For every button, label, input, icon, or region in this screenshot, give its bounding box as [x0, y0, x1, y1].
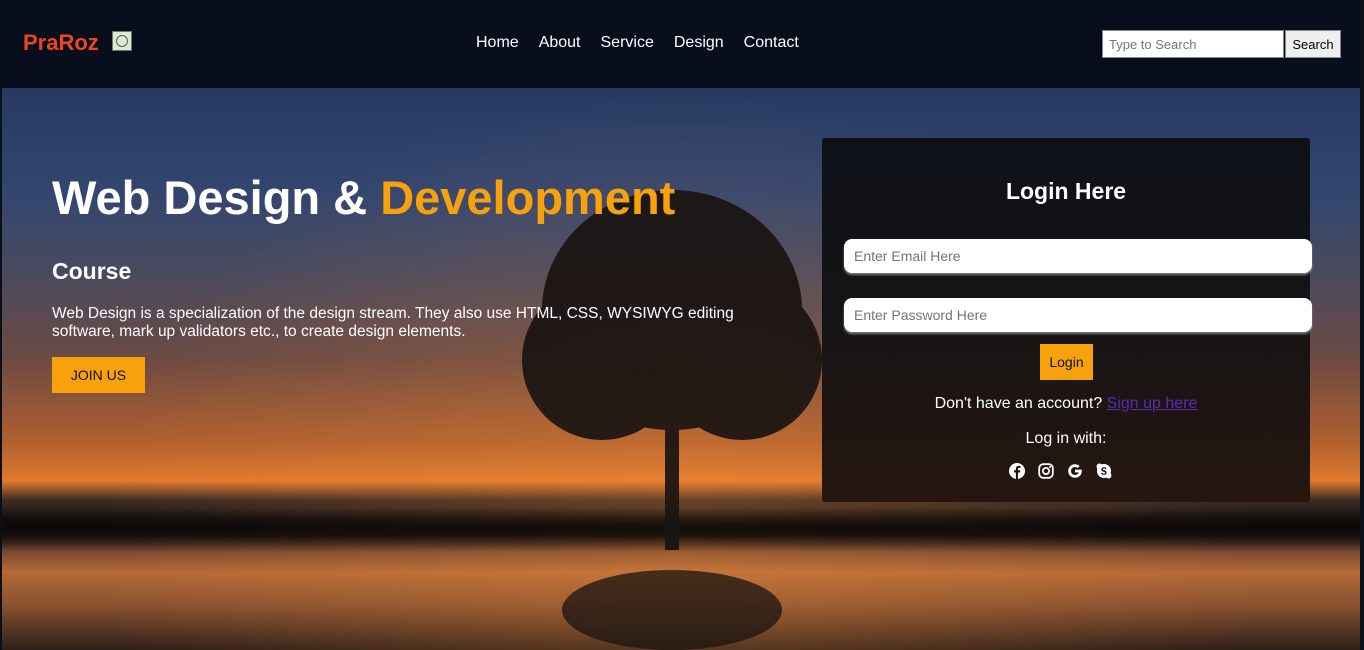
hero-title-accent: Development [380, 171, 676, 224]
facebook-icon[interactable] [1009, 463, 1025, 479]
nav-service[interactable]: Service [601, 34, 654, 52]
hero-title-main: Web Design & [52, 171, 381, 224]
login-button[interactable]: Login [1040, 344, 1093, 380]
instagram-icon[interactable] [1038, 463, 1054, 479]
nav-contact[interactable]: Contact [744, 34, 799, 52]
login-with-label: Log in with: [1025, 430, 1107, 447]
nav-home[interactable]: Home [476, 34, 519, 52]
signup-link[interactable]: Sign up here [1107, 395, 1198, 412]
search-button[interactable]: Search [1285, 30, 1341, 58]
social-login-icons [1009, 463, 1112, 479]
nav-design[interactable]: Design [674, 34, 724, 52]
hero-description: Web Design is a specialization of the de… [52, 305, 734, 340]
brand-emblem-icon [112, 31, 132, 51]
no-account-text: Don't have an account? [934, 395, 1103, 412]
email-field[interactable] [844, 239, 1312, 273]
signup-prompt: Don't have an account? Sign up here [822, 395, 1310, 413]
nav-about[interactable]: About [539, 34, 581, 52]
main-nav: Home About Service Design Contact [476, 34, 799, 52]
page: PraRoz Home About Service Design Contact… [2, 0, 1360, 650]
login-title: Login Here [1005, 178, 1127, 204]
top-navbar: PraRoz Home About Service Design Contact… [2, 0, 1360, 88]
hero-subtitle: Course [52, 258, 132, 284]
login-card: Login Here Login Don't have an account? … [822, 138, 1312, 502]
search-input[interactable] [1102, 30, 1284, 58]
hero-title: Web Design & Development [52, 170, 675, 225]
brand-name[interactable]: PraRoz [23, 30, 99, 56]
search-bar: Search [1102, 30, 1341, 58]
password-field[interactable] [844, 298, 1312, 332]
tree-silhouette-image [522, 190, 822, 650]
skype-icon[interactable] [1096, 463, 1112, 479]
google-icon[interactable] [1067, 463, 1083, 479]
join-us-button[interactable]: JOIN US [52, 357, 145, 393]
